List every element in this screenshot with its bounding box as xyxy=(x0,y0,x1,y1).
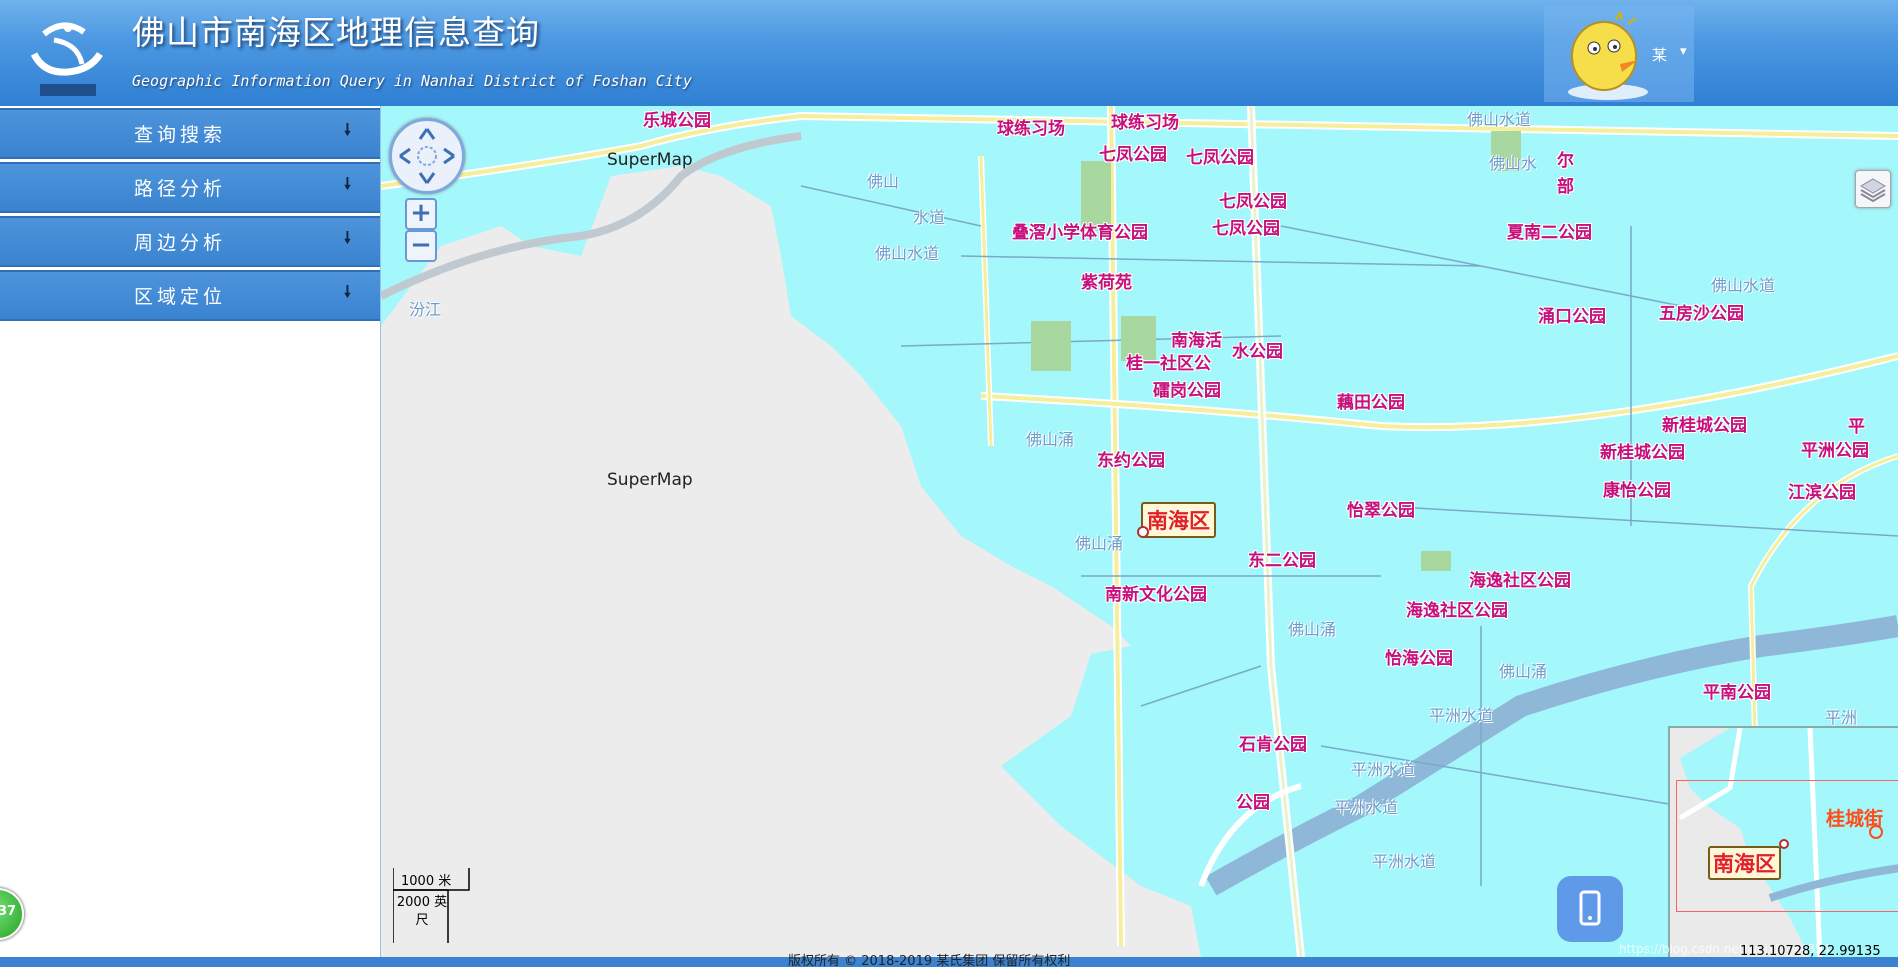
sidebar-item-query-search[interactable]: 查询搜索 🠗 xyxy=(0,108,380,159)
map-label: 新桂城公园 xyxy=(1600,443,1685,463)
location-marker-icon[interactable] xyxy=(1137,526,1149,538)
map-label: 部 xyxy=(1557,177,1574,197)
water-label: 佛山水道 xyxy=(1711,276,1776,295)
water-label: 水道 xyxy=(913,208,946,227)
overview-district-label: 南海区 xyxy=(1708,846,1781,880)
map-label: 东约公园 xyxy=(1097,451,1165,471)
badge-count: 37 xyxy=(0,904,17,919)
map-label: 水公园 xyxy=(1232,342,1283,362)
map-label: 桂一社区公 xyxy=(1126,354,1211,374)
water-label: 平洲水道 xyxy=(1334,798,1399,817)
map-label: 海逸社区公园 xyxy=(1469,571,1571,591)
sidebar: 查询搜索 🠗 路径分析 🠗 周边分析 🠗 区域定位 🠗 37 xyxy=(0,106,381,957)
map-label: 平 xyxy=(1848,417,1865,437)
water-label: 佛山水道 xyxy=(875,244,940,263)
foshan-logo xyxy=(30,22,103,96)
map-label: 礌岗公园 xyxy=(1153,381,1221,401)
map-watermark: SuperMap xyxy=(607,150,693,170)
map-label: 七凤公园 xyxy=(1219,192,1287,212)
arrow-down-icon: 🠗 xyxy=(344,282,351,301)
copyright-text: 版权所有 © 2018-2019 某氏集团 保留所有权利 xyxy=(788,954,1071,969)
arrow-down-icon: 🠗 xyxy=(344,174,351,193)
map-label: 夏南二公园 xyxy=(1507,223,1592,243)
sidebar-item-label: 路径分析 xyxy=(134,178,227,200)
water-label: 佛山 xyxy=(867,172,900,191)
map-label: 藕田公园 xyxy=(1337,393,1405,413)
app-header: 佛山市南海区地理信息查询 Geographic Information Quer… xyxy=(0,0,1898,106)
map-label: 海逸社区公园 xyxy=(1406,601,1508,621)
water-label: 佛山水 xyxy=(1489,154,1538,173)
footer: 版权所有 © 2018-2019 某氏集团 保留所有权利 xyxy=(0,954,1898,969)
map-label: 怡翠公园 xyxy=(1347,501,1415,521)
water-label: 平洲水道 xyxy=(1372,852,1437,871)
map-label: 紫荷苑 xyxy=(1081,273,1132,293)
map-label: 石肯公园 xyxy=(1239,735,1307,755)
phone-icon[interactable] xyxy=(1557,876,1623,942)
overview-map[interactable]: 南海区 桂城街 xyxy=(1668,726,1898,957)
map-label: 南海活 xyxy=(1171,331,1222,351)
zoom-out-button[interactable]: − xyxy=(405,230,437,262)
sidebar-item-label: 区域定位 xyxy=(134,286,227,308)
map-watermark: SuperMap xyxy=(607,470,693,490)
sidebar-item-route-analysis[interactable]: 路径分析 🠗 xyxy=(0,162,380,213)
water-label: 汾江 xyxy=(409,300,442,319)
avatar[interactable] xyxy=(1558,12,1658,102)
mobile-button[interactable] xyxy=(1557,876,1623,942)
water-label: 佛山涌 xyxy=(1499,662,1548,681)
map-label: 球练习场 xyxy=(1111,113,1179,133)
map-label: 南新文化公园 xyxy=(1105,585,1207,605)
sidebar-item-region-locate[interactable]: 区域定位 🠗 xyxy=(0,270,380,321)
map-label: 平南公园 xyxy=(1703,683,1771,703)
pan-arrows-icon[interactable] xyxy=(392,121,462,191)
map-label: 平洲公园 xyxy=(1801,441,1869,461)
chevron-down-icon[interactable]: ▾ xyxy=(1680,44,1687,59)
pan-control[interactable] xyxy=(389,118,465,194)
map-label: 叠滘小学体育公园 xyxy=(1012,223,1148,243)
water-label: 佛山涌 xyxy=(1075,534,1124,553)
page-title: 佛山市南海区地理信息查询 xyxy=(132,13,540,52)
zoom-in-button[interactable]: + xyxy=(405,198,437,230)
map-label: 球练习场 xyxy=(997,119,1065,139)
water-label: 平洲 xyxy=(1825,708,1858,727)
sidebar-item-label: 周边分析 xyxy=(134,232,227,254)
map-label: 怡海公园 xyxy=(1385,649,1453,669)
map-view[interactable]: SuperMap SuperMap 乐城公园 球练习场 球练习场 七凤公园 七凤… xyxy=(381,106,1898,957)
map-label: 东二公园 xyxy=(1248,551,1316,571)
map-label: 康怡公园 xyxy=(1603,481,1671,501)
map-label: 江滨公园 xyxy=(1788,483,1856,503)
map-label: 公园 xyxy=(1236,793,1270,813)
arrow-down-icon: 🠗 xyxy=(344,120,351,139)
map-label: 乐城公园 xyxy=(643,111,711,131)
floating-badge[interactable]: 37 xyxy=(0,888,24,940)
map-label: 七凤公园 xyxy=(1186,148,1254,168)
sidebar-item-label: 查询搜索 xyxy=(134,124,227,146)
map-label: 涌口公园 xyxy=(1538,307,1606,327)
username[interactable]: 某 xyxy=(1652,44,1667,65)
water-label: 佛山涌 xyxy=(1026,430,1075,449)
map-label: 尔 xyxy=(1557,151,1574,171)
sidebar-item-nearby-analysis[interactable]: 周边分析 🠗 xyxy=(0,216,380,267)
water-label: 平洲水道 xyxy=(1429,706,1494,725)
water-label: 平洲水道 xyxy=(1351,760,1416,779)
map-label: 七凤公园 xyxy=(1099,145,1167,165)
page-subtitle: Geographic Information Query in Nanhai D… xyxy=(132,72,692,90)
coordinate-readout: 113.10728, 22.99135 xyxy=(1740,944,1881,957)
water-label: 佛山涌 xyxy=(1288,620,1337,639)
map-label: 七凤公园 xyxy=(1212,219,1280,239)
scale-metric: 1000 米 xyxy=(401,874,452,889)
scale-imperial: 2000 英尺 xyxy=(396,895,448,928)
map-label: 五房沙公园 xyxy=(1659,304,1744,324)
overview-street-label: 桂城街 xyxy=(1826,808,1884,830)
layers-icon[interactable] xyxy=(1856,171,1890,207)
district-label[interactable]: 南海区 xyxy=(1141,502,1216,538)
arrow-down-icon: 🠗 xyxy=(344,228,351,247)
water-label: 佛山水道 xyxy=(1467,110,1532,129)
user-menu[interactable]: 某 ▾ xyxy=(1544,6,1694,102)
layers-button[interactable] xyxy=(1855,170,1891,208)
map-label: 新桂城公园 xyxy=(1662,416,1747,436)
